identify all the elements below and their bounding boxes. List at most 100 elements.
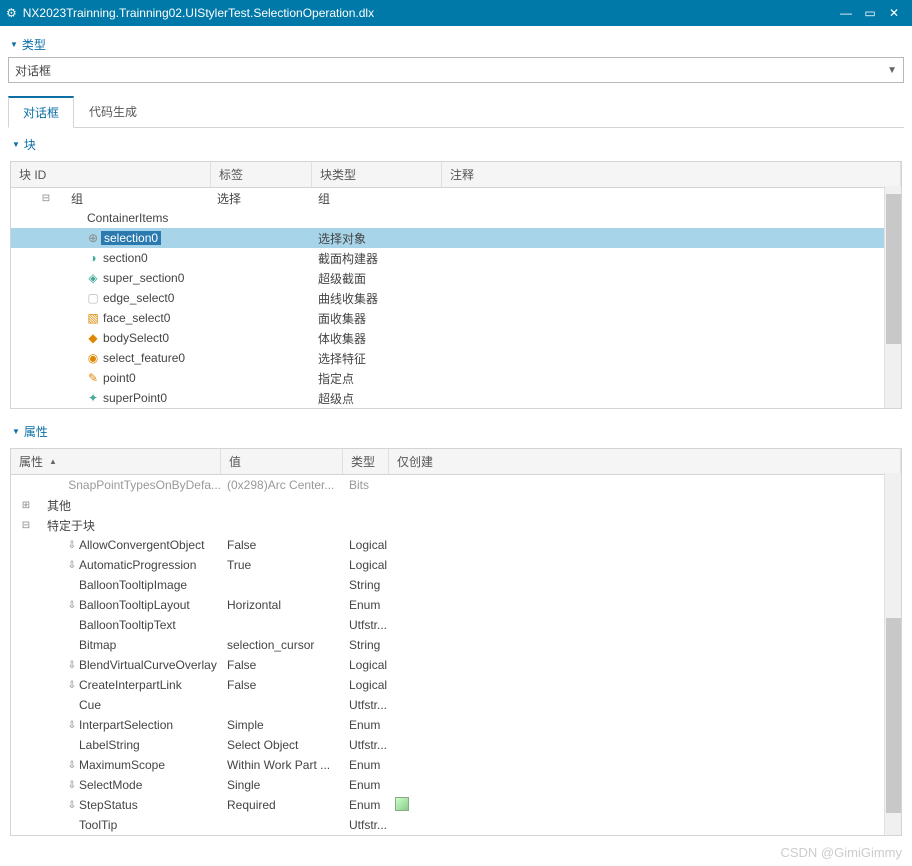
property-row[interactable]: ⇩BlendVirtualCurveOverlayFalseLogical — [11, 655, 901, 675]
minimize-button[interactable]: — — [834, 6, 858, 20]
property-icon: ⇩ — [65, 680, 79, 691]
block-id-label: bodySelect0 — [101, 331, 169, 345]
prop-section-header[interactable]: ▼ 属性 — [10, 419, 902, 444]
tab-codegen[interactable]: 代码生成 — [74, 96, 152, 128]
block-id-label: face_select0 — [101, 311, 170, 325]
property-row[interactable]: ⇩BalloonTooltipLayoutHorizontalEnum — [11, 595, 901, 615]
prop-scrollbar[interactable] — [884, 473, 901, 835]
property-name-label: ToolTip — [79, 818, 117, 832]
property-row[interactable]: ⊟ 特定于块 — [11, 515, 901, 535]
block-id-label: superPoint0 — [101, 391, 167, 405]
property-row[interactable]: ⇩InterpartSelectionSimpleEnum — [11, 715, 901, 735]
property-name-label: 特定于块 — [47, 517, 95, 534]
block-type-icon: ▧ — [85, 311, 101, 325]
property-name-label: BalloonTooltipImage — [79, 578, 187, 592]
block-type-icon: ✦ — [85, 391, 101, 405]
collapse-icon: ▼ — [10, 40, 18, 49]
tree-row[interactable]: ◈super_section0超级截面 — [11, 268, 901, 288]
close-button[interactable]: ✕ — [882, 6, 906, 20]
block-section-header[interactable]: ▼ 块 — [10, 132, 902, 157]
property-row[interactable]: ⇩AutomaticProgressionTrueLogical — [11, 555, 901, 575]
tree-row[interactable]: ▢edge_select0曲线收集器 — [11, 288, 901, 308]
main-content: ▼ 类型 对话框 ▼ 对话框 代码生成 ▼ 块 块 ID 标签 块类型 注释 ⊟… — [0, 26, 912, 846]
property-icon: ⇩ — [65, 800, 79, 811]
property-panel: 属性 ▲ 值 类型 仅创建 SnapPointTypesOnByDefa...(… — [10, 448, 902, 836]
tree-row[interactable]: ✎point0指定点 — [11, 368, 901, 388]
column-prop-create[interactable]: 仅创建 — [389, 449, 901, 474]
titlebar: ⚙ NX2023Trainning.Trainning02.UIStylerTe… — [0, 0, 912, 26]
watermark: CSDN @GimiGimmy — [780, 845, 902, 860]
tab-dialog[interactable]: 对话框 — [8, 96, 74, 128]
column-prop-type[interactable]: 类型 — [343, 449, 389, 474]
property-row[interactable]: BalloonTooltipTextUtfstr... — [11, 615, 901, 635]
tree-toggle[interactable]: ⊟ — [39, 193, 53, 204]
property-row[interactable]: ⇩MaximumScopeWithin Work Part ...Enum — [11, 755, 901, 775]
block-type-icon: ◈ — [85, 271, 101, 285]
block-type-icon: ◉ — [85, 351, 101, 365]
column-prop-value[interactable]: 值 — [221, 449, 343, 474]
tree-row[interactable]: ◉select_feature0选择特征 — [11, 348, 901, 368]
property-name-label: SnapPointTypesOnByDefa... — [68, 478, 221, 492]
block-tree-panel: 块 ID 标签 块类型 注释 ⊟组选择组 ContainerItems ⊕sel… — [10, 161, 902, 409]
block-tree-body: ⊟组选择组 ContainerItems ⊕selection0选择对象 ◑se… — [11, 188, 901, 408]
window-title: NX2023Trainning.Trainning02.UIStylerTest… — [23, 6, 834, 20]
column-label[interactable]: 标签 — [211, 162, 312, 187]
column-block-type[interactable]: 块类型 — [312, 162, 442, 187]
block-type-icon: ◆ — [85, 331, 101, 345]
sort-asc-icon: ▲ — [49, 457, 57, 466]
block-type-icon: ▢ — [85, 291, 101, 305]
gear-icon: ⚙ — [6, 6, 17, 20]
type-section-label: 类型 — [22, 36, 46, 53]
tree-row[interactable]: ◑section0截面构建器 — [11, 248, 901, 268]
property-row[interactable]: SnapPointTypesOnByDefa...(0x298)Arc Cent… — [11, 475, 901, 495]
property-row[interactable]: ⇩CreateInterpartLinkFalseLogical — [11, 675, 901, 695]
create-only-icon — [395, 797, 409, 811]
tab-content: ▼ 块 块 ID 标签 块类型 注释 ⊟组选择组 ContainerItems … — [8, 128, 904, 840]
tab-bar: 对话框 代码生成 — [8, 95, 904, 128]
column-block-id[interactable]: 块 ID — [11, 162, 211, 187]
block-id-label: point0 — [101, 371, 136, 385]
type-dropdown-value: 对话框 — [15, 62, 51, 79]
collapse-icon: ▼ — [12, 427, 20, 436]
tree-scrollbar-thumb[interactable] — [886, 194, 901, 344]
property-row[interactable]: ⇩StepStatusRequiredEnum — [11, 795, 901, 815]
block-id-label: selection0 — [101, 231, 161, 245]
tree-row[interactable]: ◆bodySelect0体收集器 — [11, 328, 901, 348]
column-prop-name-label: 属性 — [19, 453, 43, 470]
block-tree-header: 块 ID 标签 块类型 注释 — [11, 162, 901, 188]
property-row[interactable]: ⊞其他 — [11, 495, 901, 515]
prop-scrollbar-thumb[interactable] — [886, 618, 901, 813]
property-name-label: StepStatus — [79, 798, 138, 812]
prop-toggle[interactable]: ⊞ — [19, 500, 33, 511]
type-dropdown[interactable]: 对话框 ▼ — [8, 57, 904, 83]
tree-row[interactable]: ⊕selection0选择对象 — [11, 228, 901, 248]
column-comment[interactable]: 注释 — [442, 162, 901, 187]
tree-row[interactable]: ▧face_select0面收集器 — [11, 308, 901, 328]
tree-row[interactable]: ContainerItems — [11, 208, 901, 228]
type-section-header[interactable]: ▼ 类型 — [8, 32, 904, 57]
tree-scrollbar[interactable] — [884, 186, 901, 408]
block-section-label: 块 — [24, 136, 36, 153]
tree-row[interactable]: ⊟组选择组 — [11, 188, 901, 208]
property-row[interactable]: LabelStringSelect ObjectUtfstr... — [11, 735, 901, 755]
column-prop-name[interactable]: 属性 ▲ — [11, 449, 221, 474]
property-name-label: Cue — [79, 698, 101, 712]
property-row[interactable]: ⇩SelectModeSingleEnum — [11, 775, 901, 795]
property-name-label: Bitmap — [79, 638, 116, 652]
property-row[interactable]: ⇩AllowConvergentObjectFalseLogical — [11, 535, 901, 555]
property-name-label: BlendVirtualCurveOverlay — [79, 658, 217, 672]
property-name-label: BalloonTooltipLayout — [79, 598, 190, 612]
block-id-label: select_feature0 — [101, 351, 185, 365]
tree-row[interactable]: ✦superPoint0超级点 — [11, 388, 901, 408]
block-type-icon: ◑ — [85, 251, 101, 265]
maximize-button[interactable]: ▭ — [858, 6, 882, 20]
property-icon: ⇩ — [65, 760, 79, 771]
property-icon: ⇩ — [65, 720, 79, 731]
property-row[interactable]: CueUtfstr... — [11, 695, 901, 715]
property-row[interactable]: ToolTipUtfstr... — [11, 815, 901, 835]
property-row[interactable]: Bitmapselection_cursorString — [11, 635, 901, 655]
block-id-label: 组 — [69, 190, 83, 207]
property-icon: ⇩ — [65, 660, 79, 671]
property-row[interactable]: BalloonTooltipImageString — [11, 575, 901, 595]
prop-toggle[interactable]: ⊟ — [19, 520, 33, 531]
